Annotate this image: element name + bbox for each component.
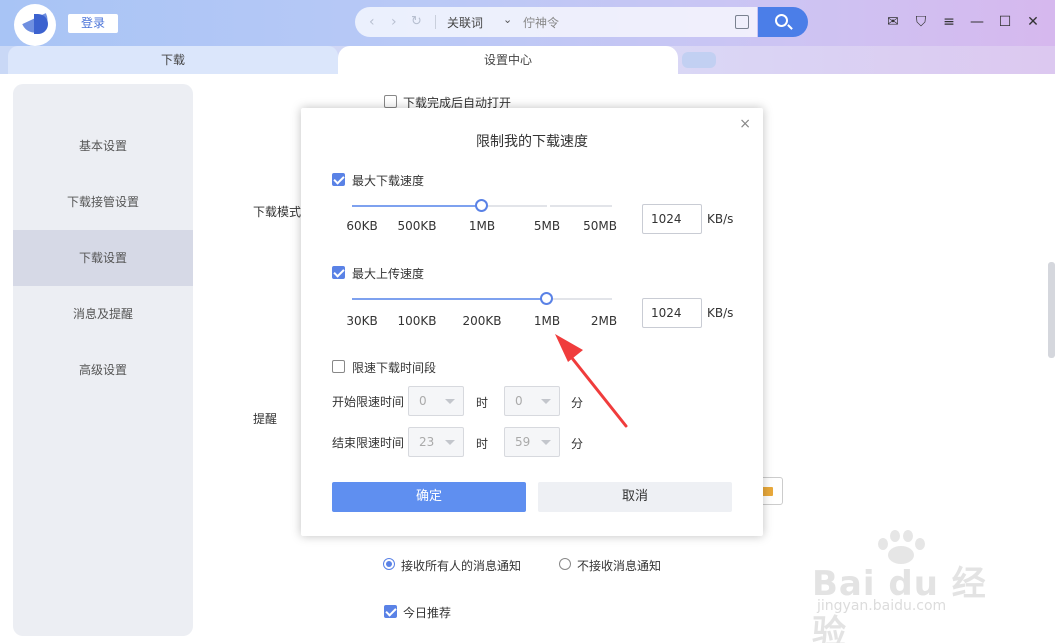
- end-minute-value: 59: [515, 435, 531, 449]
- back-icon[interactable]: ‹: [369, 14, 375, 30]
- close-icon[interactable]: ×: [739, 116, 751, 132]
- minute-unit: 分: [571, 437, 584, 451]
- upload-speed-input[interactable]: 1024: [642, 298, 702, 328]
- upload-tick: 200KB: [462, 314, 502, 328]
- upload-tick: 30KB: [346, 314, 378, 328]
- start-hour-value: 0: [419, 394, 427, 408]
- upload-slider-fill: [352, 298, 547, 300]
- tab-download[interactable]: 下载: [8, 46, 338, 74]
- chevron-down-icon: [445, 399, 455, 404]
- download-tick: 500KB: [397, 219, 437, 233]
- today-recommend-label: 今日推荐: [403, 606, 452, 620]
- end-hour-select[interactable]: 23: [408, 427, 464, 457]
- hour-unit: 时: [476, 396, 489, 410]
- download-tick: 50MB: [583, 219, 617, 233]
- reminder-label: 提醒: [253, 412, 278, 426]
- watermark-url: jingyan.baidu.com: [817, 598, 947, 614]
- chevron-down-icon: [445, 440, 455, 445]
- end-time-label: 结束限速时间: [332, 436, 405, 450]
- download-speed-input[interactable]: 1024: [642, 204, 702, 234]
- today-recommend-checkbox[interactable]: [384, 605, 397, 618]
- login-button[interactable]: 登录: [68, 14, 118, 33]
- no-receive-label: 不接收消息通知: [577, 559, 662, 573]
- max-upload-label: 最大上传速度: [352, 267, 425, 281]
- receive-all-radio[interactable]: [383, 558, 395, 570]
- upload-tick: 100KB: [397, 314, 437, 328]
- upload-slider-thumb[interactable]: [540, 292, 553, 305]
- download-slider-thumb[interactable]: [475, 199, 488, 212]
- upload-unit: KB/s: [707, 306, 734, 320]
- sidebar: 基本设置 下载接管设置 下载设置 消息及提醒 高级设置: [13, 84, 193, 636]
- search-button[interactable]: [758, 7, 808, 37]
- forward-icon[interactable]: ›: [391, 14, 397, 30]
- address-bar[interactable]: ‹ › ↻ 关联词 ⌄ 佇神令: [355, 7, 757, 37]
- new-tab-button[interactable]: [682, 52, 716, 68]
- close-icon[interactable]: ✕: [1023, 12, 1043, 32]
- sidebar-item-download[interactable]: 下载设置: [13, 230, 193, 286]
- menu-icon[interactable]: ≡: [939, 12, 959, 32]
- speed-limit-dialog: 限制我的下载速度 × 最大下载速度 60KB 500KB 1MB 5MB 50M…: [301, 108, 763, 536]
- tab-settings[interactable]: 设置中心: [338, 46, 678, 74]
- no-receive-radio[interactable]: [559, 558, 571, 570]
- start-hour-select[interactable]: 0: [408, 386, 464, 416]
- download-slider-track-2[interactable]: [550, 205, 612, 207]
- tab-bar: 下载 设置中心: [0, 46, 1055, 74]
- page-icon[interactable]: [735, 15, 749, 29]
- sidebar-item-basic[interactable]: 基本设置: [13, 118, 193, 174]
- download-tick: 60KB: [346, 219, 378, 233]
- time-limit-label: 限速下载时间段: [352, 361, 437, 375]
- divider: [435, 15, 436, 29]
- search-keyword-label[interactable]: 关联词: [447, 14, 483, 31]
- scrollbar[interactable]: [1048, 262, 1055, 358]
- sidebar-item-takeover[interactable]: 下载接管设置: [13, 174, 193, 230]
- start-minute-value: 0: [515, 394, 523, 408]
- confirm-button[interactable]: 确定: [332, 482, 526, 512]
- max-download-label: 最大下载速度: [352, 174, 425, 188]
- sidebar-item-advanced[interactable]: 高级设置: [13, 342, 193, 398]
- download-tick: 1MB: [468, 219, 496, 233]
- max-download-checkbox[interactable]: [332, 173, 345, 186]
- download-unit: KB/s: [707, 212, 734, 226]
- download-slider-fill: [352, 205, 482, 207]
- download-mode-label: 下载模式: [253, 205, 302, 219]
- chevron-down-icon: [541, 440, 551, 445]
- minimize-icon[interactable]: —: [967, 12, 987, 32]
- hour-unit: 时: [476, 437, 489, 451]
- receive-all-label: 接收所有人的消息通知: [401, 559, 522, 573]
- app-logo-icon: [14, 4, 56, 46]
- annotation-arrow-icon: [555, 334, 628, 428]
- cancel-button[interactable]: 取消: [538, 482, 732, 512]
- skin-icon[interactable]: ⛉: [911, 12, 931, 32]
- maximize-icon[interactable]: ☐: [995, 12, 1015, 32]
- auto-open-checkbox[interactable]: [384, 95, 397, 108]
- watermark: Bai du 经验 jingyan.baidu.com: [812, 526, 1002, 643]
- max-upload-checkbox[interactable]: [332, 266, 345, 279]
- search-input[interactable]: 佇神令: [523, 14, 559, 31]
- chevron-down-icon[interactable]: ⌄: [503, 13, 512, 26]
- sidebar-item-messages[interactable]: 消息及提醒: [13, 286, 193, 342]
- start-time-label: 开始限速时间: [332, 395, 405, 409]
- end-hour-value: 23: [419, 435, 435, 449]
- download-tick: 5MB: [533, 219, 561, 233]
- title-bar: 登录 ‹ › ↻ 关联词 ⌄ 佇神令 ✉ ⛉ ≡ — ☐ ✕: [0, 0, 1055, 46]
- dialog-title: 限制我的下载速度: [476, 134, 588, 150]
- refresh-icon[interactable]: ↻: [411, 14, 422, 29]
- mail-icon[interactable]: ✉: [883, 12, 903, 32]
- time-limit-checkbox[interactable]: [332, 360, 345, 373]
